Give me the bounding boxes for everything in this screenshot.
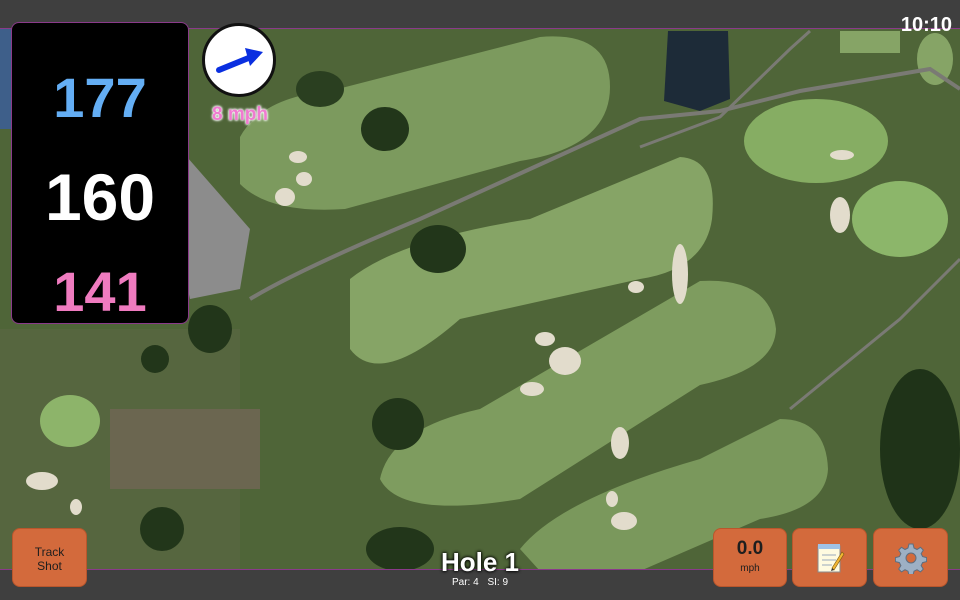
back-distance: 177 <box>53 66 147 129</box>
notepad-icon <box>817 543 844 572</box>
stroke-index-label: SI: 9 <box>487 577 509 588</box>
track-shot-button[interactable]: Track Shot <box>12 528 87 587</box>
settings-button[interactable] <box>873 528 948 587</box>
notes-button[interactable] <box>792 528 867 587</box>
par-label: Par: 4 <box>451 577 479 588</box>
wind-arrow-icon <box>216 48 263 73</box>
wind-direction-indicator <box>202 23 276 97</box>
clock-time: 10:10 <box>900 14 952 36</box>
speed-button[interactable]: 0.0 mph <box>713 528 787 587</box>
track-shot-label-line2: Shot <box>37 559 62 573</box>
speed-unit: mph <box>740 563 760 574</box>
wind-speed-label: 8 mph <box>212 104 268 125</box>
hole-info: Par: 4 SI: 9 <box>380 577 580 588</box>
gear-icon <box>894 543 927 574</box>
hole-title: Hole 1 <box>440 547 520 577</box>
front-distance: 141 <box>53 260 147 323</box>
distance-panel: 177 160 141 <box>11 22 189 324</box>
track-shot-label-line1: Track <box>34 545 65 559</box>
speed-value: 0.0 <box>736 538 764 559</box>
middle-distance: 160 <box>44 160 156 234</box>
